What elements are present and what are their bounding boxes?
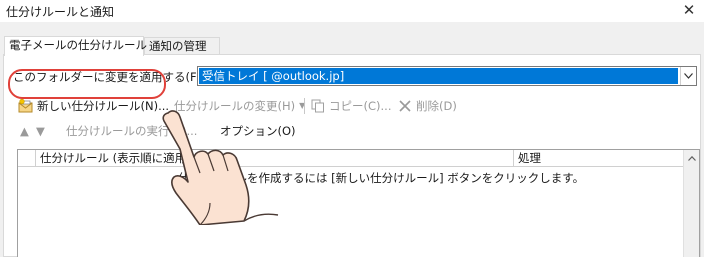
scroll-up-icon[interactable] [684, 150, 700, 166]
rules-toolbar: 新しい仕分けルール(N)... 仕分けルールの変更(H) ▼ コピー(C)... [4, 95, 702, 117]
rules-dialog: 電子メールの仕分けルール 通知の管理 このフォルダーに変更を適用する(F): 受… [0, 22, 704, 257]
move-down-button[interactable]: ▼ [36, 121, 45, 141]
empty-list-message: 仕分けルールを作成するには [新しい仕分けルール] ボタンをクリックします。 [178, 171, 585, 185]
checkbox-column-header [18, 150, 36, 167]
new-rule-icon [18, 98, 34, 114]
change-rule-button[interactable]: 仕分けルールの変更(H) ▼ [174, 95, 305, 117]
column-header-rule[interactable]: 仕分けルール (表示順に適用) [36, 150, 514, 167]
copy-label: コピー(C)... [329, 99, 392, 113]
window-title: 仕分けルールと通知 [6, 5, 115, 19]
apply-folder-value: 受信トレイ [ @outlook.jp] [199, 68, 678, 84]
rules-sub-toolbar: ▲ ▼ 仕分けルールの実行(R)... オプション(O) [4, 121, 702, 141]
apply-folder-label: このフォルダーに変更を適用する(F): [13, 70, 205, 84]
rules-list-header: 仕分けルール (表示順に適用) 処理 [18, 150, 684, 167]
column-header-action[interactable]: 処理 [514, 150, 684, 167]
delete-button[interactable]: 削除(D) [397, 95, 457, 117]
email-rules-panel: このフォルダーに変更を適用する(F): 受信トレイ [ @outlook.jp] [3, 54, 701, 257]
move-up-button[interactable]: ▲ [20, 121, 29, 141]
apply-folder-select[interactable]: 受信トレイ [ @outlook.jp] [197, 66, 697, 86]
tab-manage-alerts[interactable]: 通知の管理 [144, 37, 220, 55]
title-bar: 仕分けルールと通知 ✕ [0, 0, 704, 22]
toolbar-divider [304, 98, 305, 114]
chevron-down-icon[interactable] [680, 67, 696, 85]
copy-button[interactable]: コピー(C)... [310, 95, 391, 117]
copy-icon [310, 98, 326, 114]
vertical-scrollbar[interactable] [683, 150, 699, 257]
new-rule-button[interactable]: 新しい仕分けルール(N)... [18, 95, 169, 117]
change-rule-label: 仕分けルールの変更(H) [174, 99, 296, 113]
rules-list[interactable]: 仕分けルール (表示順に適用) 処理 仕分けルールを作成するには [新しい仕分け… [17, 149, 700, 257]
options-button[interactable]: オプション(O) [220, 121, 296, 141]
new-rule-label: 新しい仕分けルール(N)... [37, 99, 170, 113]
close-icon[interactable]: ✕ [680, 1, 698, 19]
run-rules-button[interactable]: 仕分けルールの実行(R)... [66, 121, 197, 141]
delete-icon [397, 98, 413, 114]
delete-label: 削除(D) [416, 99, 457, 113]
tab-email-rules[interactable]: 電子メールの仕分けルール [4, 36, 147, 56]
